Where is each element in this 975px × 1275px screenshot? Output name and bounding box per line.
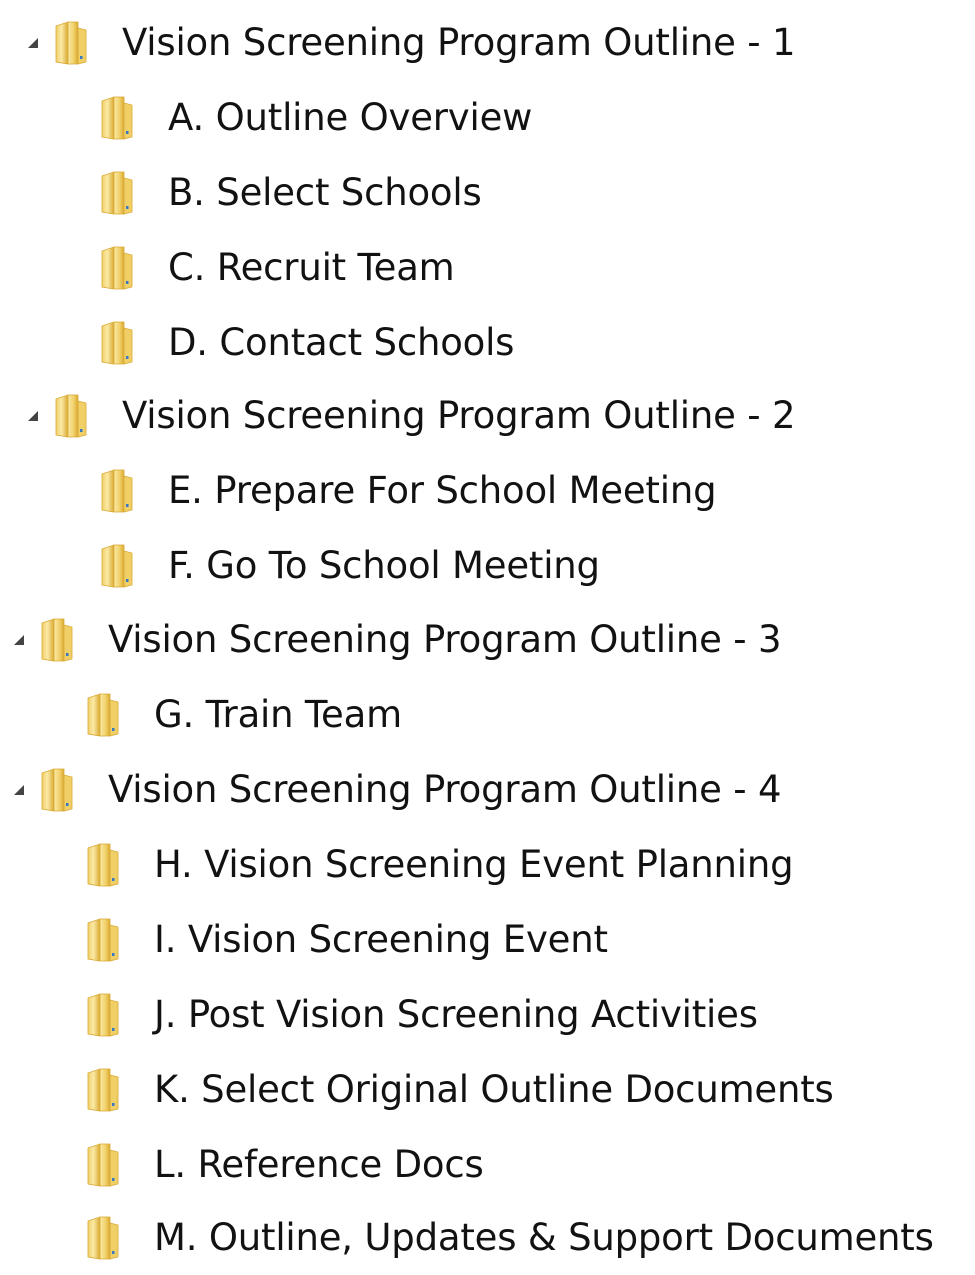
tree-node-label: Vision Screening Program Outline - 4	[108, 768, 782, 811]
folder-icon	[87, 692, 119, 737]
tree-node-label: F. Go To School Meeting	[168, 544, 600, 587]
folder-icon	[87, 1067, 119, 1112]
folder-icon	[87, 917, 119, 962]
folder-icon	[87, 1215, 119, 1260]
folder-icon	[101, 468, 133, 513]
tree-node-outline-3[interactable]: Vision Screening Program Outline - 3	[8, 602, 782, 677]
folder-icon	[101, 170, 133, 215]
folder-icon	[87, 992, 119, 1037]
tree-node-label: K. Select Original Outline Documents	[154, 1068, 834, 1111]
tree-node-label: Vision Screening Program Outline - 1	[122, 21, 796, 64]
tree-node-label: B. Select Schools	[168, 171, 482, 214]
tree-node-label: D. Contact Schools	[168, 321, 515, 364]
expanded-arrow-icon[interactable]	[8, 629, 30, 651]
tree-node-item[interactable]: J. Post Vision Screening Activities	[86, 977, 758, 1052]
folder-icon	[41, 617, 73, 662]
folder-icon	[87, 842, 119, 887]
tree-node-item[interactable]: B. Select Schools	[100, 155, 482, 230]
tree-node-item[interactable]: G. Train Team	[86, 677, 402, 752]
tree-node-outline-4[interactable]: Vision Screening Program Outline - 4	[8, 752, 782, 827]
tree-node-label: M. Outline, Updates & Support Documents	[154, 1216, 934, 1259]
expanded-arrow-icon[interactable]	[22, 32, 44, 54]
tree-node-item[interactable]: E. Prepare For School Meeting	[100, 453, 717, 528]
tree-node-label: C. Recruit Team	[168, 246, 455, 289]
tree-node-outline-1[interactable]: Vision Screening Program Outline - 1	[22, 5, 796, 80]
expanded-arrow-icon[interactable]	[22, 405, 44, 427]
folder-icon	[41, 767, 73, 812]
tree-node-label: Vision Screening Program Outline - 3	[108, 618, 782, 661]
folder-tree: Vision Screening Program Outline - 1 A. …	[0, 0, 975, 1262]
folder-icon	[101, 543, 133, 588]
expanded-arrow-icon[interactable]	[8, 779, 30, 801]
tree-node-label: J. Post Vision Screening Activities	[154, 993, 758, 1036]
tree-node-item[interactable]: L. Reference Docs	[86, 1127, 484, 1202]
tree-node-label: I. Vision Screening Event	[154, 918, 608, 961]
folder-icon	[87, 1142, 119, 1187]
tree-node-label: H. Vision Screening Event Planning	[154, 843, 794, 886]
folder-icon	[101, 95, 133, 140]
tree-node-item[interactable]: A. Outline Overview	[100, 80, 532, 155]
tree-node-label: L. Reference Docs	[154, 1143, 484, 1186]
tree-node-label: Vision Screening Program Outline - 2	[122, 394, 796, 437]
folder-icon	[101, 320, 133, 365]
tree-node-label: G. Train Team	[154, 693, 402, 736]
tree-node-item[interactable]: K. Select Original Outline Documents	[86, 1052, 834, 1127]
tree-node-item[interactable]: H. Vision Screening Event Planning	[86, 827, 794, 902]
tree-node-item[interactable]: F. Go To School Meeting	[100, 528, 600, 603]
tree-node-label: A. Outline Overview	[168, 96, 533, 139]
tree-node-outline-2[interactable]: Vision Screening Program Outline - 2	[22, 378, 796, 453]
tree-node-label: E. Prepare For School Meeting	[168, 469, 717, 512]
folder-icon	[101, 245, 133, 290]
folder-icon	[55, 20, 87, 65]
tree-node-item[interactable]: I. Vision Screening Event	[86, 902, 608, 977]
tree-node-item[interactable]: M. Outline, Updates & Support Documents	[86, 1200, 934, 1275]
tree-node-item[interactable]: D. Contact Schools	[100, 305, 514, 380]
tree-node-item[interactable]: C. Recruit Team	[100, 230, 455, 305]
folder-icon	[55, 393, 87, 438]
